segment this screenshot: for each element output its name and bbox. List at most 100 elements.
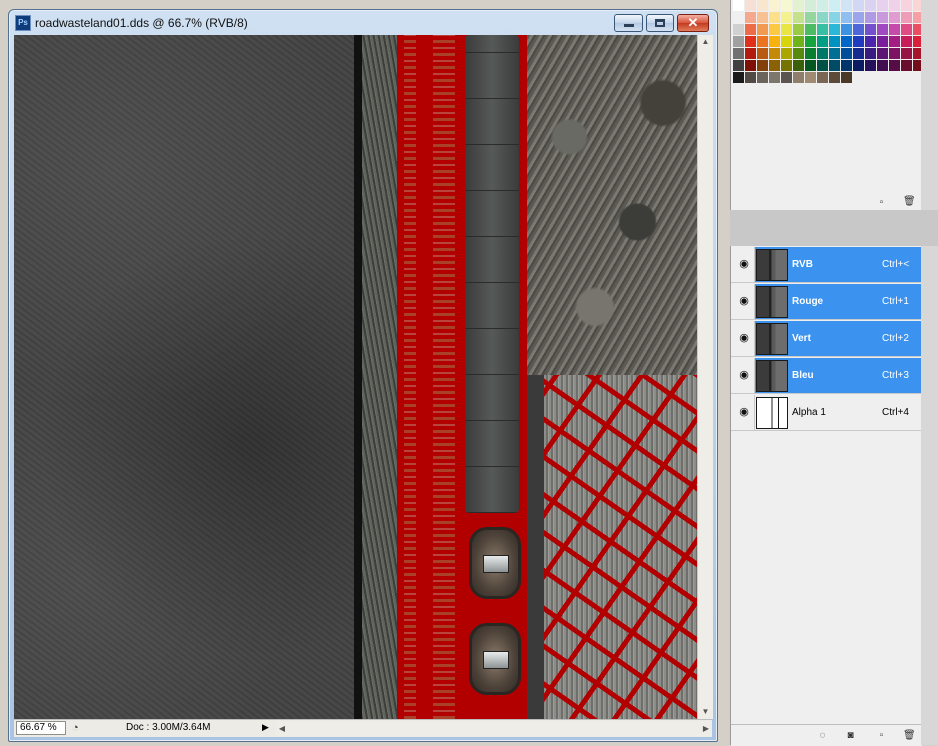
title-bar[interactable]: Ps roadwasteland01.dds @ 66.7% (RVB/8) ✕ [9,10,717,34]
color-swatch[interactable] [877,36,888,47]
visibility-toggle[interactable]: ◉ [731,247,755,282]
horizontal-scrollbar[interactable]: ◀ ▶ [276,721,712,736]
document-window[interactable]: Ps roadwasteland01.dds @ 66.7% (RVB/8) ✕… [8,9,718,742]
color-swatch[interactable] [793,60,804,71]
color-swatch[interactable] [757,36,768,47]
color-swatch[interactable] [889,36,900,47]
color-swatch[interactable] [877,48,888,59]
color-swatch[interactable] [877,12,888,23]
color-swatch[interactable] [733,24,744,35]
color-swatch[interactable] [769,60,780,71]
color-swatch[interactable] [877,60,888,71]
color-swatch[interactable] [745,24,756,35]
color-swatch[interactable] [877,0,888,11]
color-swatch[interactable] [829,12,840,23]
channel-row-alpha-1[interactable]: ◉ Alpha 1 Ctrl+4 [731,395,922,431]
color-swatch[interactable] [889,24,900,35]
color-swatch[interactable] [865,36,876,47]
color-swatch[interactable] [805,60,816,71]
color-swatch[interactable] [745,36,756,47]
color-swatch[interactable] [817,36,828,47]
color-swatch[interactable] [769,36,780,47]
minimize-button[interactable] [614,14,643,32]
color-swatch[interactable] [793,36,804,47]
color-swatch[interactable] [889,0,900,11]
zoom-level-field[interactable]: 66.67 % [16,721,66,735]
color-swatch[interactable] [793,72,804,83]
color-swatch[interactable] [793,0,804,11]
maximize-button[interactable] [646,14,674,32]
color-swatch[interactable] [841,48,852,59]
color-swatch[interactable] [733,12,744,23]
color-swatch[interactable] [853,48,864,59]
trash-icon[interactable]: 🗑 [903,196,916,207]
color-swatch[interactable] [769,24,780,35]
color-swatch[interactable] [745,12,756,23]
color-swatch[interactable] [841,72,852,83]
close-button[interactable]: ✕ [677,14,709,32]
scroll-left-icon[interactable]: ◀ [276,721,288,736]
color-swatch[interactable] [745,72,756,83]
color-swatch[interactable] [853,36,864,47]
color-swatch[interactable] [757,0,768,11]
color-swatch[interactable] [769,0,780,11]
visibility-toggle[interactable]: ◉ [731,321,755,356]
color-swatch[interactable] [901,36,912,47]
color-swatch[interactable] [853,24,864,35]
color-swatch[interactable] [781,72,792,83]
color-swatch[interactable] [829,60,840,71]
color-swatch[interactable] [769,72,780,83]
scroll-up-icon[interactable]: ▲ [698,35,713,49]
channel-row-bleu[interactable]: ◉ Bleu Ctrl+3 [731,358,922,394]
color-swatch[interactable] [853,0,864,11]
image-canvas[interactable] [14,35,697,719]
color-swatch[interactable] [817,72,828,83]
color-swatch[interactable] [889,48,900,59]
color-swatch[interactable] [841,12,852,23]
color-swatch[interactable] [865,60,876,71]
status-info-icon[interactable]: ◔ [72,722,84,734]
color-swatch[interactable] [745,0,756,11]
color-swatch[interactable] [901,12,912,23]
color-swatch[interactable] [793,12,804,23]
color-swatch[interactable] [817,24,828,35]
color-swatch[interactable] [805,12,816,23]
visibility-toggle[interactable]: ◉ [731,284,755,319]
color-swatch[interactable] [757,60,768,71]
color-swatch[interactable] [805,0,816,11]
color-swatch[interactable] [841,60,852,71]
color-swatch[interactable] [877,24,888,35]
color-swatch[interactable] [817,12,828,23]
color-swatch[interactable] [829,0,840,11]
channel-row-vert[interactable]: ◉ Vert Ctrl+2 [731,321,922,357]
color-swatch[interactable] [853,12,864,23]
color-swatch[interactable] [901,48,912,59]
color-swatch[interactable] [781,12,792,23]
color-swatch[interactable] [733,0,744,11]
channel-row-rouge[interactable]: ◉ Rouge Ctrl+1 [731,284,922,320]
color-swatch[interactable] [805,24,816,35]
color-swatch[interactable] [769,12,780,23]
new-swatch-icon[interactable]: ▫ [876,197,887,208]
color-swatch[interactable] [841,0,852,11]
color-swatch[interactable] [865,0,876,11]
color-swatch[interactable] [757,12,768,23]
color-swatch[interactable] [781,24,792,35]
color-swatch[interactable] [829,24,840,35]
color-swatch[interactable] [733,36,744,47]
new-channel-icon[interactable]: ▫ [876,730,887,741]
scroll-down-icon[interactable]: ▼ [698,705,713,719]
save-selection-icon[interactable]: ◙ [845,730,856,741]
color-swatch[interactable] [817,60,828,71]
color-swatch[interactable] [853,60,864,71]
color-swatch[interactable] [733,48,744,59]
color-swatch[interactable] [733,60,744,71]
color-swatch[interactable] [889,60,900,71]
color-swatch[interactable] [781,0,792,11]
color-swatch[interactable] [889,12,900,23]
color-swatch[interactable] [829,72,840,83]
channel-row-rvb[interactable]: ◉ RVB Ctrl+< [731,247,922,283]
color-swatch[interactable] [733,72,744,83]
color-swatch[interactable] [901,0,912,11]
color-swatch[interactable] [757,48,768,59]
